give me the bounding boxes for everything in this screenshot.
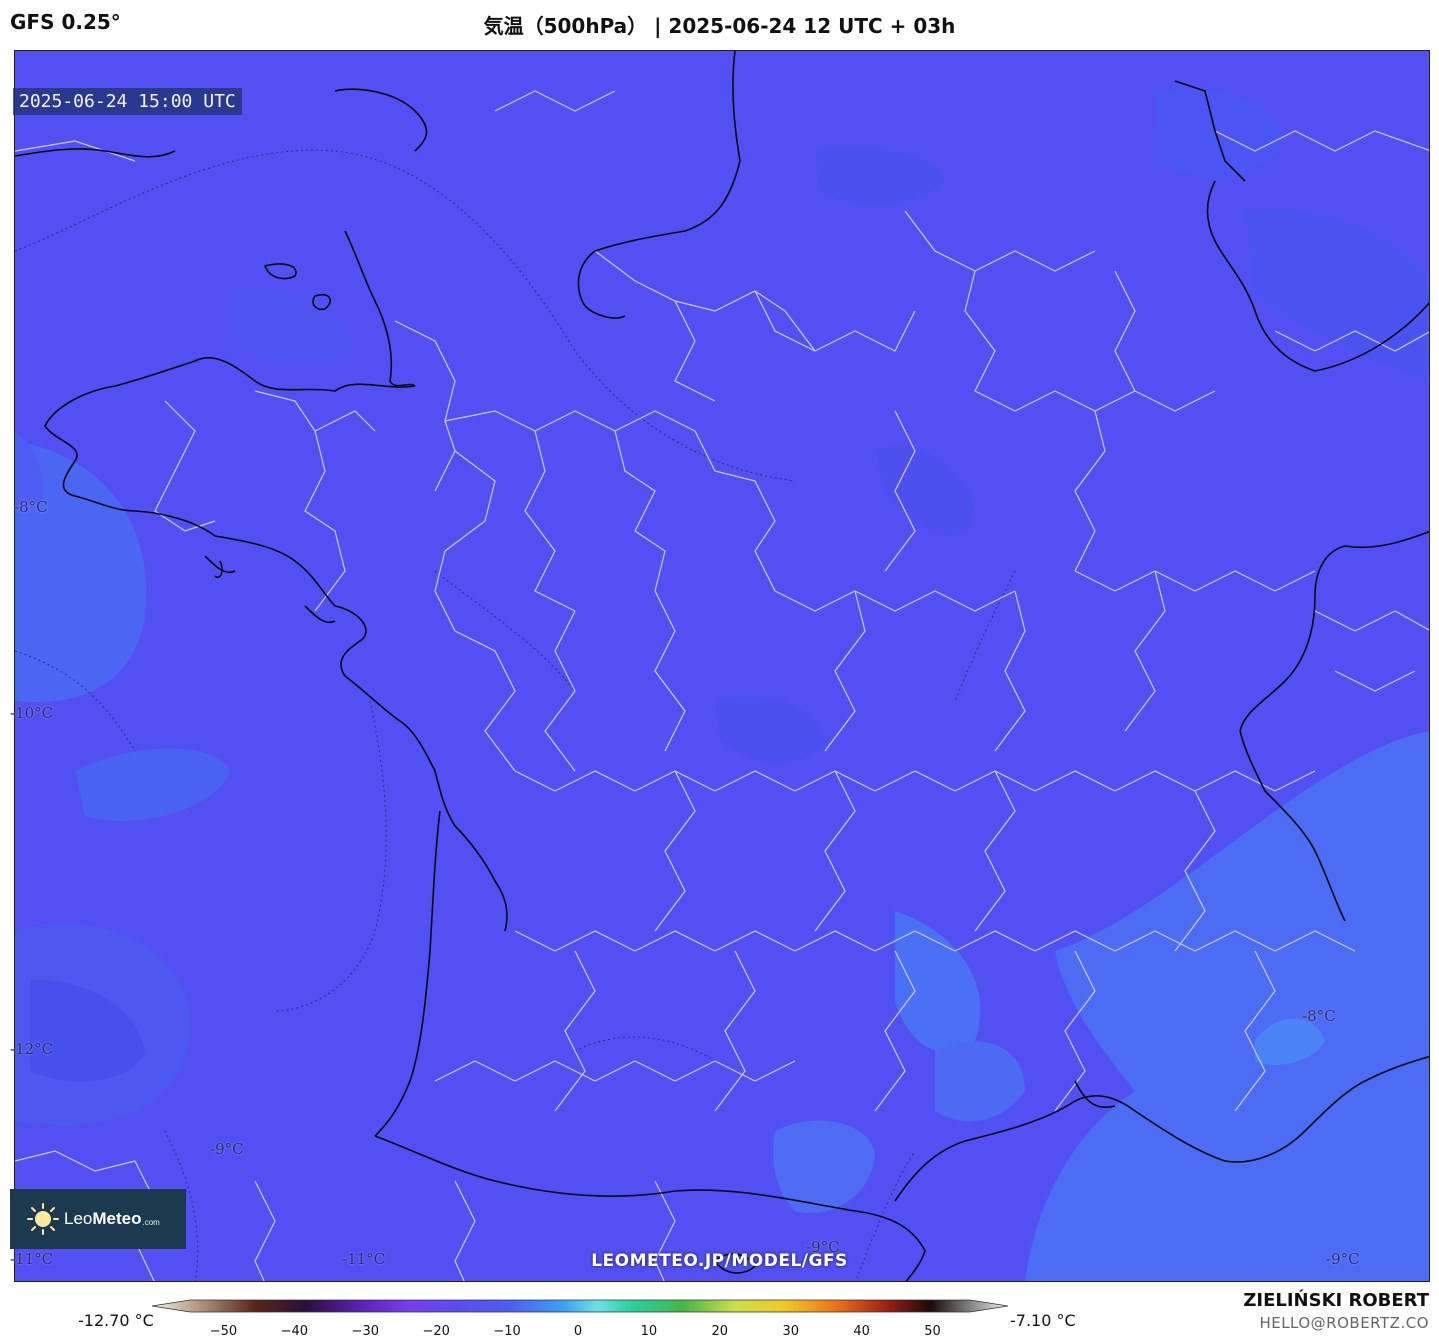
colorbar-tick-label: −10 (493, 1324, 521, 1339)
colorbar-tick-label: 10 (640, 1324, 658, 1339)
colorbar (151, 1299, 1009, 1313)
colorbar-tick-label: 0 (573, 1324, 583, 1339)
colorbar-max-label: -7.10 °C (1010, 1311, 1076, 1330)
colorbar-tick-label: −40 (280, 1324, 309, 1339)
colorbar-min-label: -12.70 °C (78, 1311, 154, 1330)
map-canvas (15, 51, 1429, 1281)
logo-text: LeoMeteo (64, 1209, 142, 1228)
colorbar-tick-label: 20 (711, 1324, 729, 1339)
author-email: HELLO@ROBERTZ.CO (1259, 1314, 1429, 1332)
isotherm-label: -10°C (10, 704, 54, 722)
author-credit: ZIELIŃSKI ROBERT (1243, 1290, 1429, 1311)
logo-domain: .com (142, 1217, 160, 1227)
colorbar-tick-label: 50 (924, 1324, 941, 1339)
colorbar-tick-label: −20 (422, 1324, 450, 1339)
watermark-url: LEOMETEO.JP/MODEL/GFS (591, 1251, 848, 1271)
temperature-fill (15, 88, 1429, 1281)
isotherm-label: -12°C (10, 1040, 54, 1058)
isotherm-label: -8°C (1302, 1007, 1336, 1025)
temperature-map[interactable] (14, 50, 1430, 1282)
map-title: 気温（500hPa） | 2025-06-24 12 UTC + 03h (483, 14, 956, 38)
isotherm-label: -8°C (14, 498, 48, 516)
colorbar-tick-label: −50 (209, 1324, 238, 1339)
sun-icon (27, 1203, 59, 1235)
isotherms (15, 149, 1016, 1281)
colorbar-tick-label: −30 (351, 1324, 379, 1339)
forecast-timestamp: 2025-06-24 15:00 UTC (13, 88, 242, 115)
colorbar-tick-label: 40 (853, 1324, 870, 1339)
leometeo-logo[interactable]: LeoMeteo .com (10, 1189, 186, 1249)
isotherm-label: -9°C (210, 1140, 244, 1158)
colorbar-tick-label: 30 (782, 1324, 799, 1339)
